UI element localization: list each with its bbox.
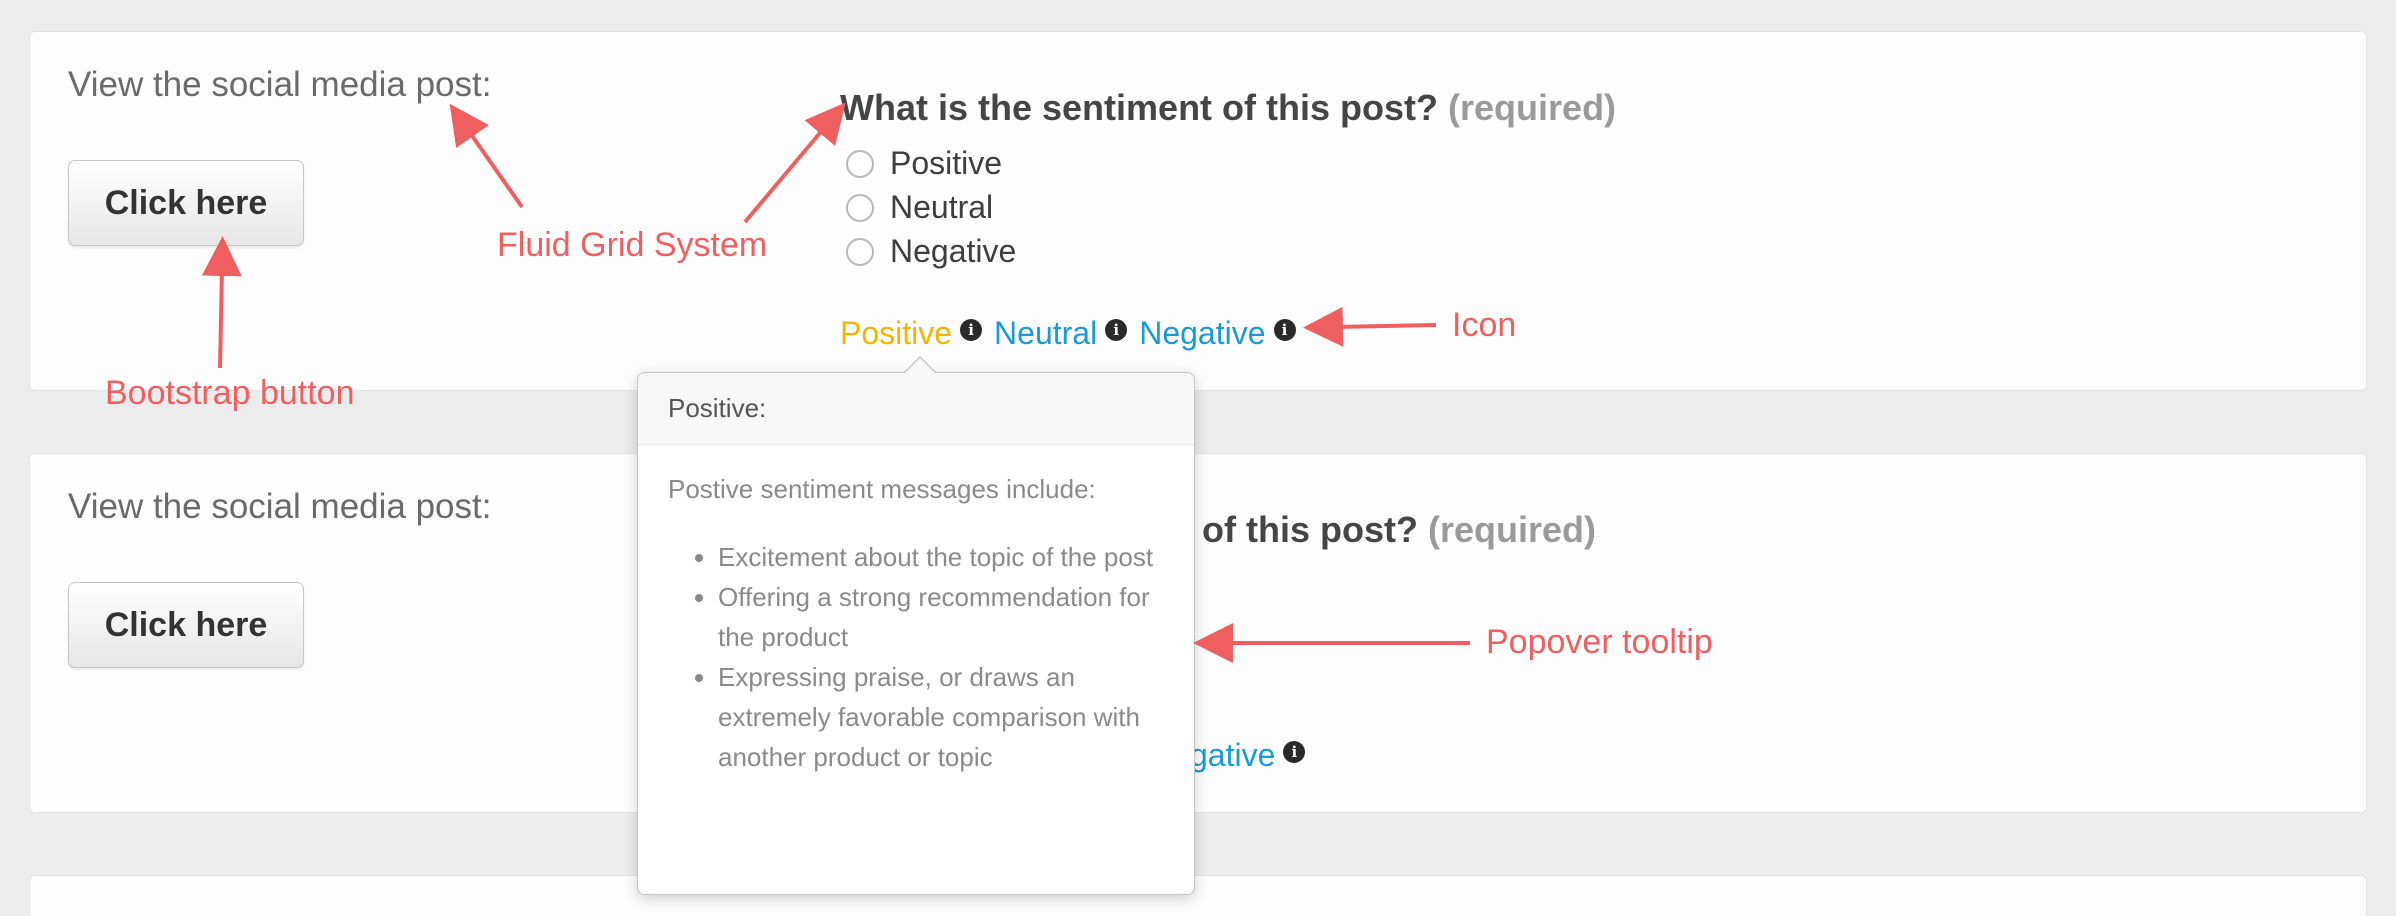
info-circle-icon[interactable]: i — [960, 318, 983, 341]
radio-option-positive[interactable]: Positive — [846, 145, 1002, 182]
popover-arrow — [903, 356, 937, 374]
legend-negative-link[interactable]: gative — [1190, 737, 1275, 774]
radio-button[interactable] — [846, 237, 874, 266]
popover-title: Positive: — [638, 373, 1194, 445]
sentiment-legend: gative i — [1190, 737, 1317, 774]
required-label: (required) — [1427, 509, 1596, 550]
survey-panel-1: View the social media post: Click here W… — [29, 31, 2367, 391]
radio-button[interactable] — [846, 193, 874, 222]
radio-option-neutral[interactable]: Neutral — [846, 189, 993, 226]
view-post-label: View the social media post: — [68, 65, 492, 104]
legend-negative-link[interactable]: Negative — [1139, 315, 1265, 352]
radio-label: Negative — [890, 233, 1017, 269]
annotation-popover-tooltip: Popover tooltip — [1486, 623, 1713, 661]
legend-positive-link[interactable]: Positive — [840, 315, 952, 352]
survey-panel-3 — [29, 875, 2367, 916]
popover-intro: Postive sentiment messages include: — [668, 474, 1096, 504]
list-item: Expressing praise, or draws an extremely… — [718, 657, 1164, 777]
question-text: What is the sentiment of this post? — [840, 87, 1439, 128]
info-circle-icon[interactable]: i — [1283, 740, 1306, 763]
question-text: t of this post? — [1180, 509, 1418, 550]
popover-list: Excitement about the topic of the post O… — [668, 537, 1164, 777]
list-item: Excitement about the topic of the post — [718, 537, 1164, 577]
click-here-button[interactable]: Click here — [68, 582, 304, 668]
radio-button[interactable] — [846, 149, 874, 178]
annotation-icon: Icon — [1452, 306, 1517, 344]
legend-neutral-link[interactable]: Neutral — [994, 315, 1097, 352]
info-circle-icon[interactable]: i — [1105, 318, 1128, 341]
popover-tooltip: Positive: Postive sentiment messages inc… — [637, 356, 1195, 895]
annotation-fluid-grid: Fluid Grid System — [497, 226, 768, 264]
click-here-button[interactable]: Click here — [68, 160, 304, 246]
popover-body: Postive sentiment messages include: Exci… — [638, 445, 1194, 801]
question-heading: t of this post? (required) — [1180, 509, 1596, 551]
required-label: (required) — [1448, 87, 1617, 128]
annotation-bootstrap-button: Bootstrap button — [105, 374, 355, 412]
sentiment-legend: Positive i Neutral i Negative i — [840, 315, 1308, 352]
info-circle-icon[interactable]: i — [1273, 318, 1296, 341]
question-heading: What is the sentiment of this post? (req… — [840, 87, 1616, 129]
survey-panel-2: View the social media post: Click here t… — [29, 453, 2367, 813]
list-item: Offering a strong recommendation for the… — [718, 577, 1164, 657]
page: View the social media post: Click here W… — [0, 0, 2396, 916]
radio-option-negative[interactable]: Negative — [846, 233, 1016, 270]
radio-label: Neutral — [890, 189, 994, 225]
view-post-label: View the social media post: — [68, 487, 492, 526]
radio-label: Positive — [890, 145, 1003, 181]
